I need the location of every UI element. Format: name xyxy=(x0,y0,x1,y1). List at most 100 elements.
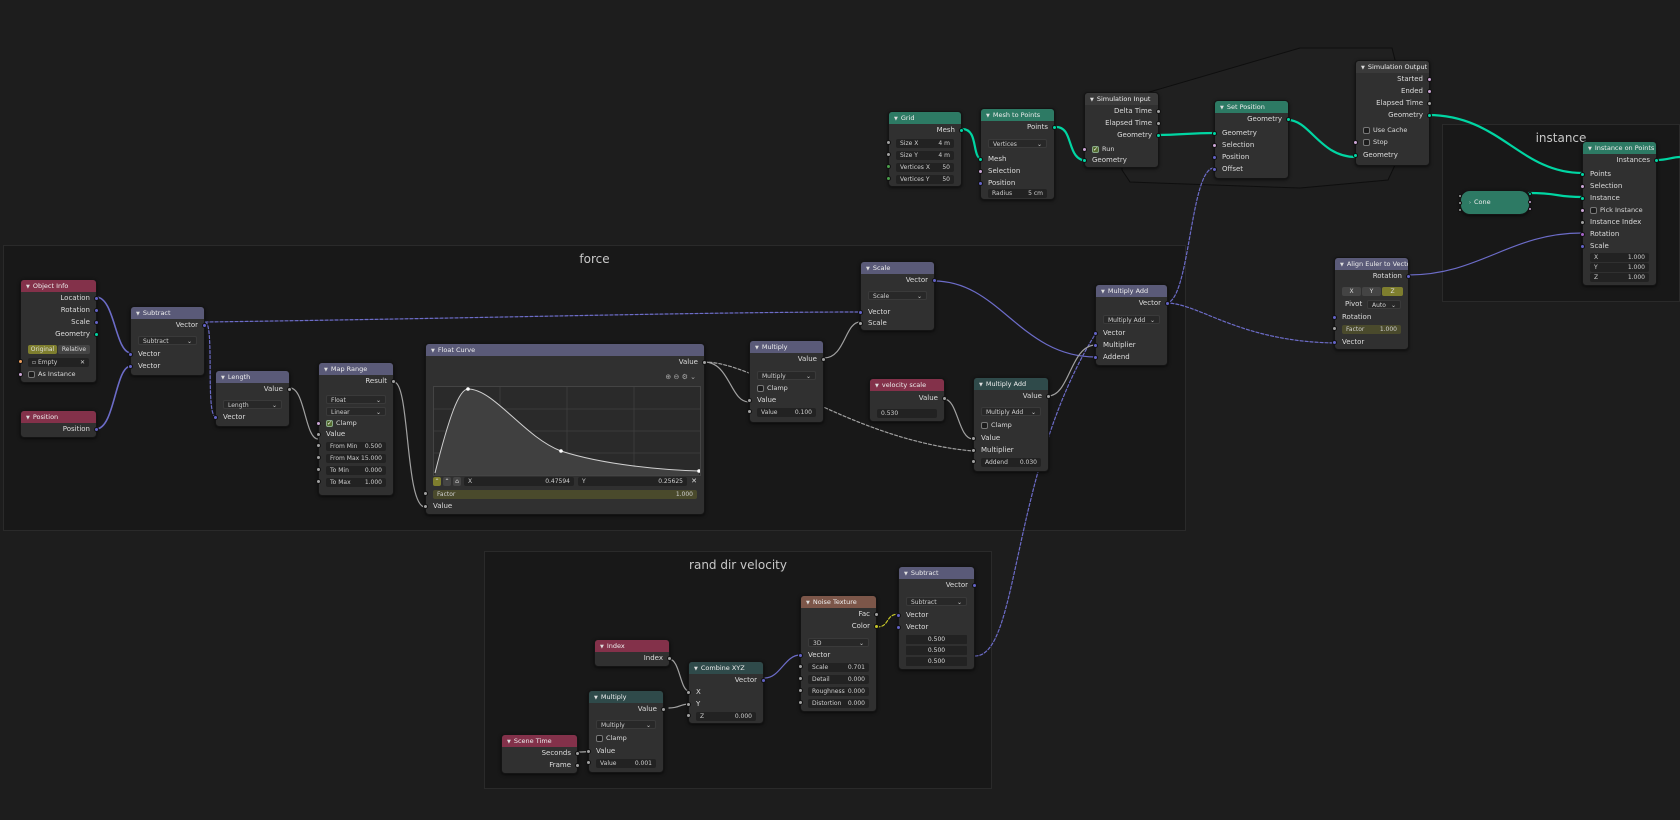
output-socket[interactable] xyxy=(391,379,396,384)
roughness-field[interactable]: Roughness 0.000 xyxy=(798,687,869,696)
node-multiply-add[interactable]: ▼ Multiply Add Value Multiply Add ⌄ Clamp … xyxy=(971,377,1051,472)
input-socket[interactable] xyxy=(971,436,976,441)
node-header[interactable]: ▼ Grid xyxy=(889,112,961,124)
chevron-down-icon[interactable]: ▼ xyxy=(507,739,511,745)
from-min-field[interactable]: From Min 0.500 xyxy=(316,442,386,451)
output-socket[interactable] xyxy=(667,656,672,661)
output-socket[interactable] xyxy=(1156,133,1161,138)
chevron-down-icon[interactable]: ▼ xyxy=(324,367,328,373)
output-socket[interactable] xyxy=(575,751,580,756)
output-socket[interactable] xyxy=(972,583,977,588)
operation-dropdown[interactable]: Multiply ⌄ xyxy=(596,720,656,729)
output-socket[interactable] xyxy=(1528,207,1532,211)
curve-graph[interactable] xyxy=(433,386,701,476)
data-type-dropdown[interactable]: Float ⌄ xyxy=(326,395,386,404)
input-socket[interactable] xyxy=(798,688,803,693)
output-socket[interactable] xyxy=(942,396,947,401)
addend-field[interactable]: Addend 0.030 xyxy=(971,458,1041,467)
size-x-field[interactable]: Size X4 m xyxy=(886,139,954,148)
stop-checkbox[interactable]: Stop xyxy=(1353,137,1388,148)
output-socket[interactable] xyxy=(1052,125,1057,130)
chevron-down-icon[interactable]: ▼ xyxy=(136,311,140,317)
input-socket[interactable] xyxy=(896,613,901,618)
output-socket[interactable] xyxy=(1156,109,1161,114)
node-index[interactable]: ▼ Index Index xyxy=(594,639,672,667)
zoom-in-icon[interactable]: ⊕ xyxy=(665,373,671,381)
input-socket[interactable] xyxy=(686,690,691,695)
input-socket[interactable] xyxy=(586,749,591,754)
operation-dropdown[interactable]: Multiply Add ⌄ xyxy=(1103,315,1160,324)
node-header[interactable]: ▼ Align Euler to Vector xyxy=(1335,258,1408,270)
chevron-down-icon[interactable]: ▼ xyxy=(1220,105,1224,111)
axis-y-toggle[interactable]: Y xyxy=(1362,287,1381,296)
vector-x-field[interactable]: 0.500 xyxy=(906,635,967,644)
output-socket[interactable] xyxy=(1406,274,1411,279)
node-subtract[interactable]: ▼ Subtract Vector Subtract ⌄ Vector Vector xyxy=(128,306,207,376)
input-socket[interactable] xyxy=(886,176,891,181)
dimensions-dropdown[interactable]: 3D ⌄ xyxy=(808,638,869,647)
node-header[interactable]: › Cone xyxy=(1461,191,1529,214)
clamp-checkbox[interactable]: ✓ Clamp xyxy=(316,418,357,429)
input-socket[interactable] xyxy=(1093,331,1098,336)
output-socket[interactable] xyxy=(1427,77,1432,82)
zoom-out-icon[interactable]: ⊖ xyxy=(674,373,680,381)
output-socket[interactable] xyxy=(932,278,937,283)
input-socket[interactable] xyxy=(1212,155,1217,160)
node-grid[interactable]: ▼ Grid Mesh Size X4 m Size Y4 m Vertices … xyxy=(886,111,964,187)
input-socket[interactable] xyxy=(1580,220,1585,225)
input-socket[interactable] xyxy=(798,653,803,658)
input-socket[interactable] xyxy=(128,352,133,357)
from-max-field[interactable]: From Max 15.000 xyxy=(316,454,386,463)
output-socket[interactable] xyxy=(702,360,707,365)
input-socket[interactable] xyxy=(978,181,983,186)
input-socket[interactable] xyxy=(1332,315,1337,320)
input-socket[interactable] xyxy=(978,157,983,162)
node-scene-time[interactable]: ▼ Scene Time Seconds Frame xyxy=(501,734,580,774)
node-header[interactable]: ▼ Instance on Points xyxy=(1583,142,1656,154)
point-x-field[interactable]: X 0.47594 xyxy=(464,477,574,486)
chevron-down-icon[interactable]: ▼ xyxy=(694,666,698,672)
input-socket[interactable] xyxy=(1332,340,1337,345)
to-max-field[interactable]: To Max 1.000 xyxy=(316,478,386,487)
node-map-range[interactable]: ▼ Map Range Result Float ⌄ Linear ⌄ ✓ Clamp … xyxy=(316,362,396,496)
input-socket[interactable] xyxy=(316,443,321,448)
input-socket[interactable] xyxy=(1580,196,1585,201)
scale-z-field[interactable]: Z 1.000 xyxy=(1590,273,1649,282)
input-socket[interactable] xyxy=(423,491,428,496)
input-socket[interactable] xyxy=(978,169,983,174)
input-socket[interactable] xyxy=(971,459,976,464)
chevron-down-icon[interactable]: ▼ xyxy=(894,116,898,122)
input-socket[interactable] xyxy=(798,700,803,705)
use-cache-checkbox[interactable]: Use Cache xyxy=(1363,125,1407,136)
operation-dropdown[interactable]: Subtract ⌄ xyxy=(906,597,967,606)
node-header[interactable]: ▼ Multiply Add xyxy=(974,378,1048,390)
input-socket[interactable] xyxy=(886,152,891,157)
checkbox-icon[interactable] xyxy=(1363,138,1370,146)
relative-toggle[interactable]: Relative xyxy=(58,345,90,354)
input-socket[interactable] xyxy=(747,409,752,414)
chevron-down-icon[interactable]: ⌄ xyxy=(690,373,696,381)
output-socket[interactable] xyxy=(821,357,826,362)
output-socket[interactable] xyxy=(1046,394,1051,399)
node-position[interactable]: ▼ Position Position xyxy=(20,410,99,438)
node-multiply[interactable]: ▼ Multiply Value Multiply ⌄ Clamp Value Va… xyxy=(747,340,826,423)
chevron-down-icon[interactable]: ▼ xyxy=(1340,262,1344,268)
node-noise-texture[interactable]: ▼ Noise Texture Fac Color 3D ⌄ Vector Scal… xyxy=(798,595,879,712)
node-simulation-input[interactable]: ▼ Simulation Input Delta Time Elapsed Tim… xyxy=(1082,92,1161,168)
scale-field[interactable]: Scale 0.701 xyxy=(798,663,869,672)
node-header[interactable]: ▼ Mesh to Points xyxy=(981,109,1054,121)
chevron-down-icon[interactable]: ▼ xyxy=(600,644,604,650)
input-socket[interactable] xyxy=(18,372,23,377)
original-toggle[interactable]: Original xyxy=(28,345,57,354)
checkmark-icon[interactable]: ✓ xyxy=(326,419,333,427)
input-socket[interactable] xyxy=(1082,158,1087,163)
node-object-info[interactable]: ▼ Object Info Location Rotation Scale Geo… xyxy=(18,279,99,383)
value-field[interactable]: Value 0.001 xyxy=(586,759,656,768)
pivot-dropdown[interactable]: Auto ⌄ xyxy=(1367,300,1401,309)
input-socket[interactable] xyxy=(1580,244,1585,249)
operation-dropdown[interactable]: Length ⌄ xyxy=(223,400,282,409)
scale-x-field[interactable]: X 1.000 xyxy=(1590,253,1649,262)
input-socket[interactable] xyxy=(686,702,691,707)
mode-dropdown[interactable]: Vertices ⌄ xyxy=(988,139,1047,148)
output-socket[interactable] xyxy=(1654,158,1659,163)
